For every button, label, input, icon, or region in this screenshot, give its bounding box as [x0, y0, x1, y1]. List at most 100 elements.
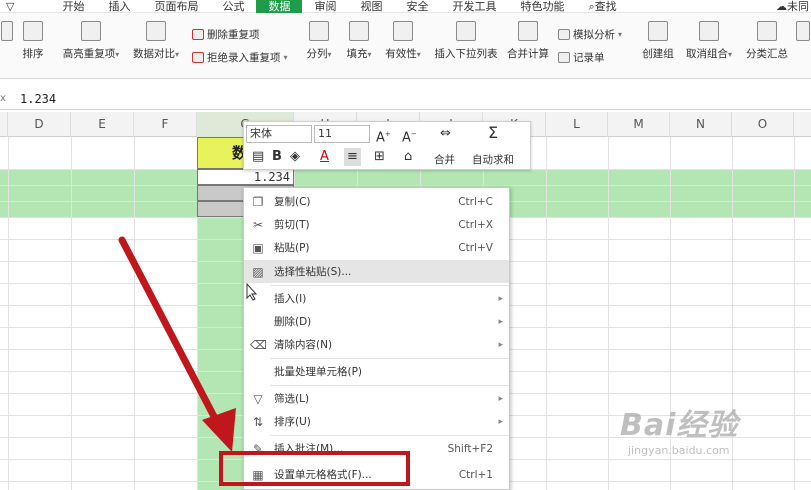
menu-item-security[interactable]: 安全 — [394, 0, 440, 13]
reject-duplicates-button[interactable]: 拒绝录入重复项 ▾ — [192, 50, 288, 65]
data-compare-button[interactable]: 数据对比▾ — [130, 21, 182, 61]
delete-duplicates-button[interactable]: 删除重复项 — [192, 27, 260, 42]
column-header-n[interactable]: N — [670, 112, 732, 137]
record-form-icon — [558, 52, 570, 63]
menu-item-developer[interactable]: 开发工具 — [440, 0, 508, 13]
highlight-duplicates-icon — [81, 21, 101, 41]
grow-font-icon[interactable]: A+ — [376, 125, 391, 147]
submenu-arrow-icon: ▸ — [498, 293, 503, 304]
reject-duplicates-icon — [192, 52, 204, 63]
column-header-o[interactable]: O — [732, 112, 794, 137]
context-menu: ❐ 复制(C) Ctrl+C ✂ 剪切(T) Ctrl+X ▣ 粘贴(P) Ctrl+V ▨… — [243, 187, 510, 490]
watermark-brand: Bai经验 — [620, 408, 739, 443]
consolidate-icon — [518, 21, 538, 41]
merge-icon[interactable]: ⇔ — [440, 125, 451, 143]
borders-icon[interactable]: ⊞ — [374, 148, 385, 166]
data-compare-icon — [146, 21, 166, 41]
menu-cut[interactable]: ✂ 剪切(T) Ctrl+X — [244, 213, 509, 236]
menu-paste-special[interactable]: ▨ 选择性粘贴(S)... — [244, 260, 509, 283]
search-box[interactable]: ⌕查找 — [576, 0, 628, 13]
scissors-icon: ✂ — [252, 217, 264, 232]
more-icon — [796, 21, 810, 41]
record-form-button[interactable]: 记录单 — [558, 50, 605, 65]
sort-icon: ⇅ — [252, 414, 264, 429]
menu-insert[interactable]: 插入(I) ▸ — [244, 287, 509, 310]
column-header-d[interactable]: D — [8, 112, 71, 137]
consolidate-button[interactable]: 合并计算 — [506, 21, 550, 61]
align-center-icon[interactable]: ≡ — [344, 148, 361, 166]
eraser-icon: ⌫ — [250, 337, 267, 352]
menu-filter[interactable]: ▽ 筛选(L) ▸ — [244, 387, 509, 410]
highlight-duplicates-button[interactable]: 高亮重复项▾ — [60, 21, 122, 61]
split-column-icon — [309, 21, 329, 41]
delete-duplicates-icon — [192, 29, 204, 40]
create-group-icon — [648, 21, 668, 41]
mouse-cursor-icon — [246, 283, 258, 301]
subtotal-icon — [757, 21, 777, 41]
annotation-highlight-box — [219, 451, 410, 486]
submenu-arrow-icon: ▸ — [498, 316, 503, 327]
user-menu[interactable]: ☁未同 — [764, 0, 811, 13]
row-header-corner — [0, 112, 8, 137]
column-header-l[interactable]: L — [546, 112, 608, 137]
sort-icon — [23, 21, 43, 41]
bold-button[interactable]: B — [272, 148, 282, 166]
split-column-button[interactable]: 分列▾ — [304, 21, 334, 61]
font-name-select[interactable]: 宋体 — [246, 125, 312, 143]
menu-funnel-icon[interactable]: ▽ — [0, 0, 20, 13]
formula-bar: x 1.234 — [0, 88, 811, 110]
subtotal-button[interactable]: 分类汇总 — [742, 21, 792, 61]
sort-button[interactable]: 排序 — [20, 21, 46, 61]
menu-clear-contents[interactable]: ⌫ 清除内容(N) ▸ — [244, 333, 509, 356]
insert-dropdown-button[interactable]: 插入下拉列表 — [434, 21, 498, 61]
ungroup-icon — [699, 21, 719, 41]
menu-batch-process[interactable]: 批量处理单元格(P) — [244, 360, 509, 383]
format-painter-icon[interactable]: ▤ — [252, 148, 264, 166]
fill-color-icon[interactable]: ◈ — [290, 148, 300, 166]
menu-item-home[interactable]: 开始 — [50, 0, 96, 13]
font-color-icon[interactable]: A — [320, 148, 329, 166]
what-if-icon — [558, 29, 570, 40]
baidu-watermark: Bai经验 jingyan.baidu.com — [620, 400, 800, 480]
ungroup-button[interactable]: 取消组合▾ — [684, 21, 734, 61]
column-header-e[interactable]: E — [71, 112, 134, 137]
column-header-f[interactable]: F — [134, 112, 197, 137]
ribbon: 排序 高亮重复项▾ 数据对比▾ 删除重复项 拒绝录入重复项 ▾ 分列▾ 填充▾ 有… — [0, 13, 811, 79]
copy-icon: ❐ — [252, 194, 264, 209]
validity-icon — [393, 21, 413, 41]
menu-item-formula[interactable]: 公式 — [210, 0, 256, 13]
cell-value-1[interactable]: 1.234 — [197, 169, 294, 185]
merge-button[interactable]: 合并 — [434, 152, 455, 167]
font-size-select[interactable]: 11 — [314, 125, 370, 143]
cloud-icon: ☁ — [776, 0, 787, 13]
submenu-arrow-icon: ▸ — [498, 339, 503, 350]
more-ribbon-button[interactable] — [795, 21, 811, 46]
menu-item-view[interactable]: 视图 — [348, 0, 394, 13]
filter-button[interactable] — [0, 21, 14, 46]
submenu-arrow-icon: ▸ — [498, 416, 503, 427]
validity-button[interactable]: 有效性▾ — [384, 21, 422, 61]
autosum-icon[interactable]: Σ — [488, 124, 498, 142]
mini-toolbar: 宋体 11 A+ A− ▤ B ◈ A ≡ ⊞ ⌂ ⇔ 合并 Σ 自动求和 — [243, 121, 531, 170]
filter-icon — [1, 21, 13, 41]
formula-input[interactable]: 1.234 — [20, 92, 56, 106]
create-group-button[interactable]: 创建组 — [640, 21, 676, 61]
shrink-font-icon[interactable]: A− — [402, 125, 417, 147]
fill-button[interactable]: 填充▾ — [344, 21, 374, 61]
menu-item-review[interactable]: 审阅 — [302, 0, 348, 13]
menu-delete[interactable]: 删除(D) ▸ — [244, 310, 509, 333]
autosum-button[interactable]: 自动求和 — [472, 152, 514, 167]
column-header-p[interactable] — [794, 112, 811, 137]
submenu-arrow-icon: ▸ — [498, 393, 503, 404]
menu-item-insert[interactable]: 插入 — [96, 0, 142, 13]
menu-item-page-layout[interactable]: 页面布局 — [142, 0, 210, 13]
menu-paste[interactable]: ▣ 粘贴(P) Ctrl+V — [244, 236, 509, 259]
insert-icon[interactable]: ⌂ — [404, 148, 412, 166]
what-if-button[interactable]: 模拟分析 ▾ — [558, 27, 622, 42]
paste-icon: ▣ — [252, 240, 264, 255]
column-header-m[interactable]: M — [608, 112, 670, 137]
menu-sort[interactable]: ⇅ 排序(U) ▸ — [244, 410, 509, 433]
menu-copy[interactable]: ❐ 复制(C) Ctrl+C — [244, 190, 509, 213]
menu-item-features[interactable]: 特色功能 — [508, 0, 576, 13]
menu-item-data[interactable]: 数据 — [256, 0, 303, 13]
